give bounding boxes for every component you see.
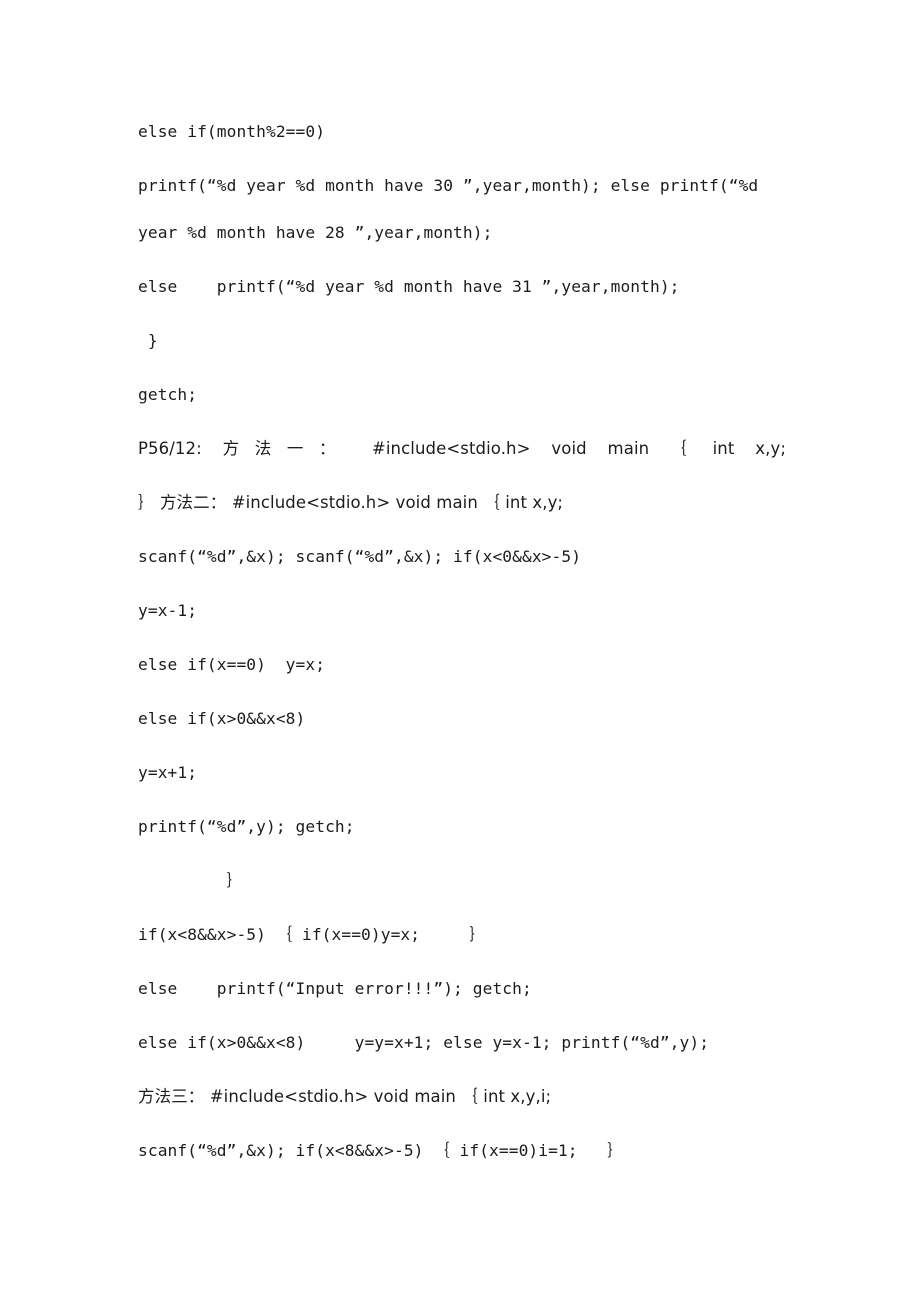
code-line-scanf-if-x-lt-8: scanf(“%d”,&x); if(x<8&&x>-5) ｛ if(x==0)…: [138, 1141, 624, 1160]
heading-method-two: ｝ 方法二： #include<stdio.h> void main ｛ int…: [138, 493, 564, 512]
code-line-y-equals-x-minus-1: y=x-1;: [138, 601, 198, 620]
code-line-else-if-x-gt-0-lt-8: else if(x>0&&x<8): [138, 709, 306, 728]
code-line-else-if-x-eq-0: else if(x==0) y=x;: [138, 655, 326, 674]
heading-method-three: 方法三： #include<stdio.h> void main ｛ int x…: [138, 1087, 552, 1106]
heading-p56-method-one: P56/12: 方 法 一 ： #include<stdio.h> void m…: [138, 439, 786, 458]
code-line-close-brace-2: ｝: [138, 871, 243, 890]
code-line-if-x-lt-8-gt-minus-5: if(x<8&&x>-5) ｛ if(x==0)y=x; ｝: [138, 925, 486, 944]
code-line-close-brace-1: }: [138, 331, 158, 350]
code-line-else-printf-input-error: else printf(“Input error!!!”); getch;: [138, 979, 532, 998]
code-line-else-printf-31: else printf(“%d year %d month have 31 ”,…: [138, 277, 680, 296]
code-line-printf-30-28: printf(“%d year %d month have 30 ”,year,…: [138, 176, 769, 242]
code-line-scanf-if-x-lt-0: scanf(“%d”,&x); scanf(“%d”,&x); if(x<0&&…: [138, 547, 582, 566]
document-page: else if(month%2==0) printf(“%d year %d m…: [0, 0, 920, 1302]
code-line-else-if-x-gt-0-lt-8-assign: else if(x>0&&x<8) y=y=x+1; else y=x-1; p…: [138, 1033, 710, 1052]
code-line-else-if-month: else if(month%2==0): [138, 122, 326, 141]
code-line-printf-y-getch: printf(“%d”,y); getch;: [138, 817, 355, 836]
code-line-getch-1: getch;: [138, 385, 198, 404]
document-body: else if(month%2==0) printf(“%d year %d m…: [138, 108, 786, 1181]
code-line-y-equals-x-plus-1: y=x+1;: [138, 763, 198, 782]
